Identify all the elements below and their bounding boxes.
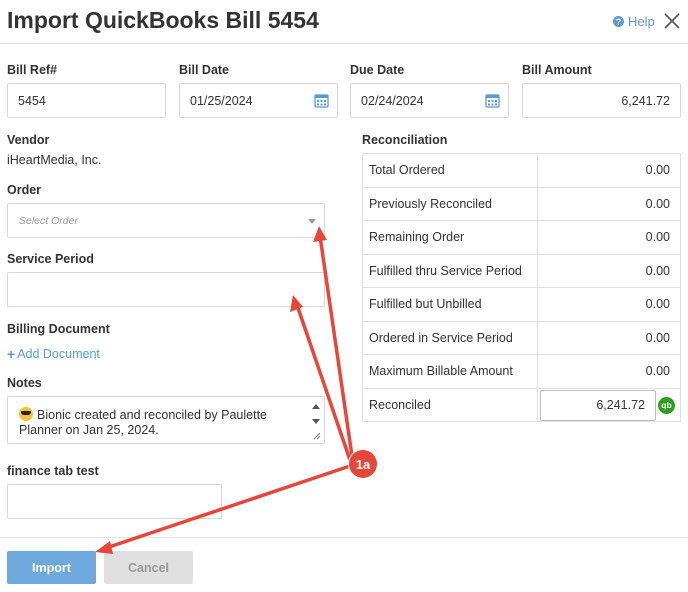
plus-icon: +: [7, 346, 16, 362]
table-row: Fulfilled thru Service Period 0.00: [362, 253, 681, 288]
sunglasses-emoji-icon: [19, 407, 33, 421]
recon-row-value: 0.00: [537, 354, 681, 389]
dialog-title: Import QuickBooks Bill 5454: [7, 7, 319, 33]
recon-row-label: Fulfilled but Unbilled: [362, 287, 538, 322]
bill-date-field[interactable]: [179, 83, 338, 118]
finance-tab-test-label: finance tab test: [7, 464, 99, 478]
question-circle-icon: ?: [613, 16, 624, 27]
recon-row-value: 0.00: [537, 220, 681, 255]
due-date-label: Due Date: [350, 63, 405, 77]
notes-value: Bionic created and reconciled by Paulett…: [19, 408, 268, 437]
service-period-label: Service Period: [7, 252, 94, 266]
billing-document-label: Billing Document: [7, 322, 110, 336]
recon-row-label: Total Ordered: [362, 153, 538, 188]
service-period-input[interactable]: [7, 272, 325, 307]
scroll-up-icon[interactable]: [312, 404, 320, 409]
recon-row-label: Remaining Order: [362, 220, 538, 255]
table-row: Total Ordered 0.00: [362, 153, 681, 188]
scroll-down-icon[interactable]: [312, 419, 320, 424]
recon-row-value: 0.00: [537, 287, 681, 322]
table-row: Fulfilled but Unbilled 0.00: [362, 287, 681, 322]
notes-label: Notes: [7, 376, 42, 390]
add-document-link[interactable]: + Add Document: [7, 346, 100, 362]
table-row: Maximum Billable Amount 0.00: [362, 354, 681, 389]
reconciled-label: Reconciled: [362, 387, 538, 422]
vendor-value: iHeartMedia, Inc.: [7, 153, 102, 167]
reconciliation-table: Total Ordered 0.00 Previously Reconciled 0…: [362, 153, 681, 422]
recon-row-label: Maximum Billable Amount: [362, 354, 538, 389]
calendar-icon[interactable]: [485, 93, 500, 108]
bill-amount-label: Bill Amount: [522, 63, 592, 77]
recon-row-value: 0.00: [537, 153, 681, 188]
recon-row-value: 0.00: [537, 186, 681, 221]
notes-textarea[interactable]: Bionic created and reconciled by Paulett…: [7, 396, 325, 444]
dialog-header: Import QuickBooks Bill 5454 ? Help: [0, 0, 688, 44]
reconciled-input[interactable]: [540, 389, 656, 421]
bill-amount-input[interactable]: [522, 83, 681, 118]
chevron-down-icon: [308, 219, 316, 224]
recon-row-label: Fulfilled thru Service Period: [362, 253, 538, 288]
vendor-label: Vendor: [7, 133, 50, 147]
recon-row-value: 0.00: [537, 253, 681, 288]
table-row: Reconciled qb: [362, 387, 681, 422]
annotation-badge: 1a: [349, 450, 377, 478]
cancel-button[interactable]: Cancel: [104, 551, 193, 584]
reconciliation-label: Reconciliation: [362, 133, 448, 147]
recon-row-value: 0.00: [537, 320, 681, 355]
add-document-label: Add Document: [17, 347, 100, 361]
calendar-icon[interactable]: [314, 93, 329, 108]
due-date-input[interactable]: [351, 84, 471, 117]
recon-row-label: Previously Reconciled: [362, 186, 538, 221]
finance-tab-test-input[interactable]: [7, 484, 222, 519]
resize-grip-icon[interactable]: [313, 432, 321, 440]
help-label: Help: [628, 14, 655, 29]
bill-ref-input[interactable]: [7, 83, 166, 118]
bill-ref-label: Bill Ref#: [7, 63, 58, 77]
close-icon[interactable]: [662, 11, 682, 31]
order-select[interactable]: Select Order: [7, 203, 325, 238]
help-link[interactable]: ? Help: [613, 14, 655, 29]
quickbooks-icon: qb: [658, 396, 675, 414]
recon-row-label: Ordered in Service Period: [362, 320, 538, 355]
table-row: Remaining Order 0.00: [362, 220, 681, 255]
table-row: Ordered in Service Period 0.00: [362, 320, 681, 355]
due-date-field[interactable]: [350, 83, 509, 118]
order-placeholder: Select Order: [19, 215, 78, 227]
table-row: Previously Reconciled 0.00: [362, 186, 681, 221]
import-button[interactable]: Import: [7, 551, 96, 584]
order-label: Order: [7, 183, 42, 197]
bill-date-label: Bill Date: [179, 63, 230, 77]
bill-date-input[interactable]: [180, 84, 300, 117]
